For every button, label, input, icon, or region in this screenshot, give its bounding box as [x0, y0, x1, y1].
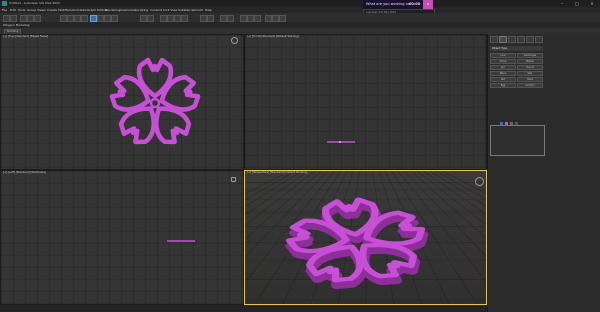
angle-snap-icon[interactable] — [167, 15, 174, 22]
percent-snap-icon[interactable] — [174, 15, 181, 22]
line-button[interactable]: Line — [490, 53, 516, 58]
pivot-icon[interactable] — [140, 15, 147, 22]
popup-question: What are you working on — [366, 2, 410, 6]
select-object-icon[interactable] — [60, 15, 67, 22]
align-icon[interactable] — [207, 15, 214, 22]
command-panel: Object Type Line Rectangle Circle Ellips… — [487, 34, 600, 312]
helix-button[interactable]: Helix — [517, 77, 543, 82]
undo-icon[interactable] — [3, 15, 10, 22]
modify-icon[interactable] — [499, 36, 507, 43]
menu-content[interactable]: Content — [150, 8, 162, 12]
section-button[interactable]: Section — [517, 83, 543, 88]
maximize-icon[interactable]: □ — [570, 0, 584, 7]
mirror-icon[interactable] — [200, 15, 207, 22]
unlink-icon[interactable] — [27, 15, 34, 22]
menu-rendering[interactable]: Rendering — [105, 8, 120, 12]
select-scale-icon[interactable] — [104, 15, 111, 22]
close-icon[interactable]: × — [585, 0, 599, 7]
donut-button[interactable]: Donut — [517, 65, 543, 70]
color-swatch[interactable] — [505, 122, 508, 125]
spinner-snap-icon[interactable] — [181, 15, 188, 22]
popup-timer: 00:00 — [409, 2, 421, 6]
menu-tools[interactable]: Tools — [18, 8, 25, 12]
render-setup-icon[interactable] — [265, 15, 272, 22]
menu-create[interactable]: Create — [47, 8, 57, 12]
activity-popup: What are you working on 00:00 × — [363, 0, 433, 9]
schematic-view-icon[interactable] — [247, 15, 254, 22]
egg-button[interactable]: Egg — [490, 83, 516, 88]
rect-selection-icon[interactable] — [74, 15, 81, 22]
app-icon[interactable] — [2, 1, 7, 6]
material-editor-icon[interactable] — [254, 15, 261, 22]
select-by-name-icon[interactable] — [67, 15, 74, 22]
menu-file[interactable]: File — [2, 8, 7, 12]
viewport-front[interactable]: [+] [Front] [Standard] [Default Shading] — [244, 34, 487, 170]
configure-icon[interactable] — [510, 122, 513, 125]
name-color-box[interactable] — [490, 125, 545, 156]
window-crossing-icon[interactable] — [81, 15, 88, 22]
title-bar: Untitled - Autodesk 3ds Max 2022 – □ × — [0, 0, 600, 7]
status-bar — [0, 305, 487, 312]
viewport-perspective[interactable]: [+] [Perspective] [Standard] [Default Sh… — [244, 170, 487, 305]
popup-close-icon[interactable]: × — [423, 0, 433, 9]
menu-scripting[interactable]: Scripting — [135, 8, 148, 12]
utilities-icon[interactable] — [535, 36, 543, 43]
curve-editor-icon[interactable] — [240, 15, 247, 22]
star-button[interactable]: Star — [517, 71, 543, 76]
motion-icon[interactable] — [517, 36, 525, 43]
display-icon[interactable] — [526, 36, 534, 43]
layer-explorer-icon[interactable] — [220, 15, 227, 22]
select-move-icon[interactable] — [90, 15, 97, 22]
remove-modifier-icon[interactable] — [515, 122, 518, 125]
menu-help[interactable]: Help — [205, 8, 212, 12]
arc-button[interactable]: Arc — [490, 65, 516, 70]
render-production-icon[interactable] — [279, 15, 286, 22]
snaps-toggle-icon[interactable] — [160, 15, 167, 22]
menu-edit[interactable]: Edit — [10, 8, 16, 12]
ngon-button[interactable]: NGon — [490, 71, 516, 76]
sakura-shape-left[interactable] — [1, 171, 244, 305]
hierarchy-icon[interactable] — [508, 36, 516, 43]
ellipse-button[interactable]: Ellipse — [517, 59, 543, 64]
menu-arnold[interactable]: Arnold — [193, 8, 203, 12]
keyboard-shortcut-icon[interactable] — [147, 15, 154, 22]
redo-icon[interactable] — [10, 15, 17, 22]
rectangle-button[interactable]: Rectangle — [517, 53, 543, 58]
menu-animation[interactable]: Animation — [72, 8, 87, 12]
viewport-top[interactable]: [+] [Top] [Standard] [Edged Faces] — [0, 34, 244, 170]
circle-button[interactable]: Circle — [490, 59, 516, 64]
minimize-icon[interactable]: – — [555, 0, 569, 7]
create-icon[interactable] — [490, 36, 498, 43]
place-icon[interactable] — [111, 15, 118, 22]
scene-explorer-icon[interactable] — [227, 15, 234, 22]
pin-stack-icon[interactable] — [500, 122, 503, 125]
menu-substance[interactable]: Substance — [178, 8, 194, 12]
window-title: Untitled - Autodesk 3ds Max 2022 — [9, 1, 60, 5]
text-button[interactable]: Text — [490, 77, 516, 82]
select-rotate-icon[interactable] — [97, 15, 104, 22]
render-frame-icon[interactable] — [272, 15, 279, 22]
bind-space-warp-icon[interactable] — [34, 15, 41, 22]
sakura-shape-top[interactable] — [1, 35, 244, 170]
menu-customize[interactable]: Customize — [120, 8, 136, 12]
ribbon-tab-polygon-modeling[interactable]: Polygon Modeling — [3, 23, 29, 27]
menu-group[interactable]: Group — [27, 8, 36, 12]
link-icon[interactable] — [20, 15, 27, 22]
menu-views[interactable]: Views — [37, 8, 46, 12]
viewport-left[interactable]: [+] [Left] [Standard] [Wireframe] — [0, 170, 244, 305]
menu-modifiers[interactable]: Modifiers — [58, 8, 72, 12]
object-type-header[interactable]: Object Type — [490, 46, 543, 51]
sakura-shape-perspective[interactable] — [245, 171, 487, 305]
sakura-shape-front[interactable] — [245, 35, 487, 170]
menu-civil-view[interactable]: Civil View — [163, 8, 177, 12]
